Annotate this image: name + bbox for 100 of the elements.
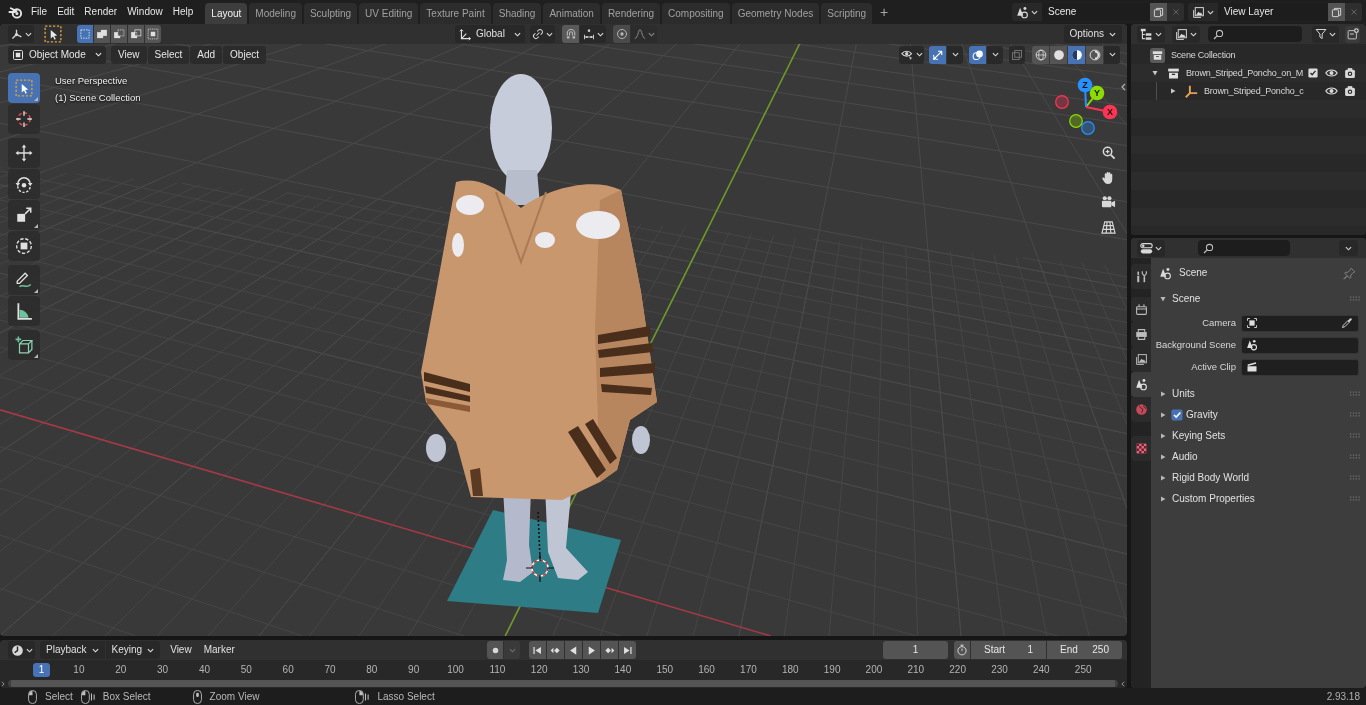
chevron-right-icon[interactable] bbox=[1, 680, 5, 687]
options-dropdown[interactable]: Options bbox=[1063, 25, 1122, 43]
eye-icon[interactable] bbox=[1325, 68, 1338, 78]
panel-title[interactable]: Rigid Body World bbox=[1172, 472, 1250, 483]
menu-item[interactable]: File bbox=[26, 2, 53, 22]
scene-tab[interactable] bbox=[1131, 372, 1151, 397]
overlay-toggle[interactable] bbox=[969, 45, 986, 64]
editor-type-dropdown[interactable] bbox=[8, 641, 35, 659]
view-layer-browse-dropdown[interactable] bbox=[1188, 3, 1218, 21]
jump-to-end-button[interactable] bbox=[619, 641, 637, 659]
end-frame-field[interactable]: End 250 bbox=[1047, 641, 1122, 659]
panel-title[interactable]: Units bbox=[1172, 388, 1195, 399]
proportional-editing-toggle[interactable] bbox=[613, 25, 630, 43]
zoom-icon[interactable] bbox=[1100, 144, 1116, 160]
workspace-tab[interactable]: Geometry Nodes bbox=[731, 3, 820, 24]
camera-icon[interactable] bbox=[1100, 194, 1116, 210]
negative-z-axis-handle[interactable] bbox=[1081, 121, 1095, 135]
scene-browse-dropdown[interactable] bbox=[1012, 3, 1042, 21]
workspace-tab[interactable]: Texture Paint bbox=[420, 3, 491, 24]
texture-tab[interactable] bbox=[1131, 436, 1151, 461]
pin-icon[interactable] bbox=[1343, 266, 1356, 280]
options-dropdown[interactable] bbox=[987, 45, 1003, 64]
subtract-selection-button[interactable] bbox=[111, 25, 127, 43]
editor-type-dropdown[interactable] bbox=[8, 25, 34, 43]
select-box-icon[interactable] bbox=[44, 25, 62, 43]
workspace-tab[interactable]: UV Editing bbox=[359, 3, 419, 24]
scrollbar[interactable] bbox=[8, 680, 1118, 687]
grid-icon[interactable] bbox=[1100, 219, 1116, 235]
gizmo-toggle[interactable] bbox=[929, 45, 946, 64]
shading-mode-button[interactable] bbox=[1068, 45, 1085, 64]
chevron-left-icon[interactable] bbox=[1121, 680, 1125, 687]
drag-handle-icon[interactable] bbox=[1350, 475, 1360, 480]
rotate-tool[interactable] bbox=[8, 169, 40, 199]
active-clip-field[interactable] bbox=[1241, 358, 1359, 376]
panel-title[interactable]: Scene bbox=[1172, 293, 1201, 304]
invert-selection-button[interactable] bbox=[128, 25, 144, 43]
workspace-tab[interactable]: Shading bbox=[492, 3, 542, 24]
collapsed-triangle-icon[interactable] bbox=[1160, 432, 1166, 439]
negative-y-axis-handle[interactable] bbox=[1069, 114, 1083, 128]
menu-item[interactable]: Add bbox=[190, 45, 223, 64]
menu-item[interactable]: Marker bbox=[197, 641, 241, 659]
panel-title[interactable]: Custom Properties bbox=[1172, 493, 1255, 504]
panel-title[interactable]: Gravity bbox=[1186, 409, 1218, 420]
current-frame-indicator[interactable]: 1 bbox=[33, 662, 50, 677]
filter-dropdown[interactable] bbox=[1312, 25, 1339, 43]
panel-title[interactable]: Keying Sets bbox=[1172, 430, 1226, 441]
display-mode-dropdown[interactable] bbox=[1172, 25, 1200, 43]
scale-tool[interactable] bbox=[8, 200, 40, 230]
collapsed-triangle-icon[interactable] bbox=[1160, 411, 1166, 418]
editor-type-dropdown[interactable] bbox=[1137, 239, 1165, 257]
cursor-tool[interactable] bbox=[8, 104, 40, 134]
expanded-triangle-icon[interactable] bbox=[1160, 295, 1166, 302]
collapsed-triangle-icon[interactable] bbox=[1160, 495, 1166, 502]
menu-dropdown[interactable]: Keying bbox=[105, 641, 161, 659]
render-tab[interactable] bbox=[1131, 297, 1151, 322]
camera-icon[interactable] bbox=[1344, 67, 1356, 79]
annotate-tool[interactable] bbox=[8, 265, 40, 295]
drag-handle-icon[interactable] bbox=[1350, 412, 1360, 417]
copy-button[interactable] bbox=[1328, 3, 1345, 21]
mode-dropdown[interactable]: Object Mode bbox=[8, 45, 106, 64]
workspace-tab[interactable]: Animation bbox=[543, 3, 600, 24]
record-button[interactable] bbox=[487, 641, 504, 659]
xray-toggle[interactable] bbox=[1009, 45, 1025, 64]
snap-target-dropdown[interactable] bbox=[580, 25, 606, 43]
previous-keyframe-button[interactable] bbox=[547, 641, 565, 659]
workspace-tab[interactable]: Layout bbox=[205, 3, 248, 24]
tool-tab[interactable] bbox=[1131, 264, 1151, 289]
menu-item[interactable]: Render bbox=[79, 2, 123, 22]
collapsed-triangle-icon[interactable] bbox=[1170, 88, 1176, 94]
extend-selection-button[interactable] bbox=[94, 25, 110, 43]
copy-button[interactable] bbox=[1150, 3, 1167, 21]
pivot-dropdown[interactable] bbox=[530, 25, 555, 43]
workspace-tab[interactable]: Compositing bbox=[662, 3, 730, 24]
editor-type-dropdown[interactable] bbox=[1137, 25, 1165, 43]
tree-item-label[interactable]: Scene Collection bbox=[1171, 50, 1236, 60]
falloff-dropdown[interactable] bbox=[631, 25, 657, 43]
options-dropdown[interactable] bbox=[1339, 240, 1358, 256]
menu-dropdown[interactable]: Playback bbox=[40, 641, 105, 659]
shading-mode-button[interactable] bbox=[1032, 45, 1049, 64]
menu-item[interactable]: Window bbox=[122, 2, 168, 22]
jump-to-start-button[interactable] bbox=[529, 641, 547, 659]
current-frame-field[interactable]: 1 bbox=[883, 641, 948, 659]
start-frame-field[interactable]: Start 1 bbox=[971, 641, 1046, 659]
drag-handle-icon[interactable] bbox=[1350, 496, 1360, 501]
collapsed-triangle-icon[interactable] bbox=[1160, 390, 1166, 397]
drag-handle-icon[interactable] bbox=[1350, 296, 1360, 301]
drag-handle-icon[interactable] bbox=[1350, 391, 1360, 396]
checkbox-icon[interactable] bbox=[1171, 408, 1183, 421]
app-logo-icon[interactable] bbox=[8, 4, 23, 20]
snap-toggle[interactable] bbox=[562, 25, 579, 43]
panel-title[interactable]: Audio bbox=[1172, 451, 1198, 462]
select-box-tool[interactable] bbox=[8, 73, 40, 103]
transform-tool[interactable] bbox=[8, 231, 40, 261]
camera-icon[interactable] bbox=[1344, 85, 1356, 97]
search-field[interactable] bbox=[1208, 26, 1302, 42]
tree-item-label[interactable]: Brown_Striped_Poncho_c bbox=[1204, 86, 1304, 96]
x-axis-handle[interactable]: X bbox=[1085, 104, 1118, 120]
orientation-dropdown[interactable]: Global bbox=[455, 25, 525, 43]
menu-item[interactable]: Edit bbox=[52, 2, 80, 22]
drag-handle-icon[interactable] bbox=[1350, 454, 1360, 459]
